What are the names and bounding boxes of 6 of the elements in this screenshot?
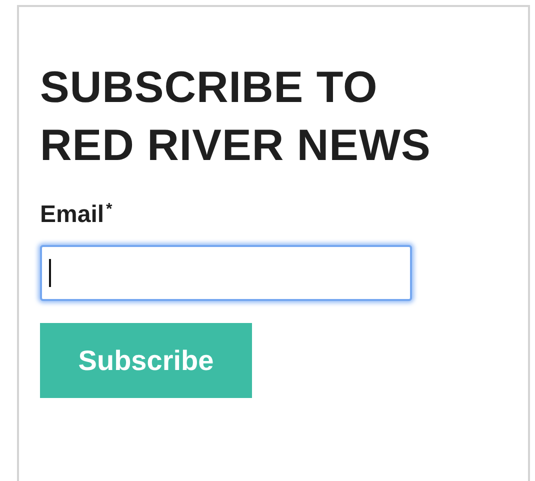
email-field[interactable] [40, 245, 412, 301]
subscribe-button[interactable]: Subscribe [40, 323, 252, 398]
required-mark: * [106, 201, 112, 219]
field-label: Email [40, 201, 104, 229]
text-cursor-icon [49, 259, 51, 287]
heading: SUBSCRIBE TO RED RIVER NEWS [40, 62, 432, 172]
